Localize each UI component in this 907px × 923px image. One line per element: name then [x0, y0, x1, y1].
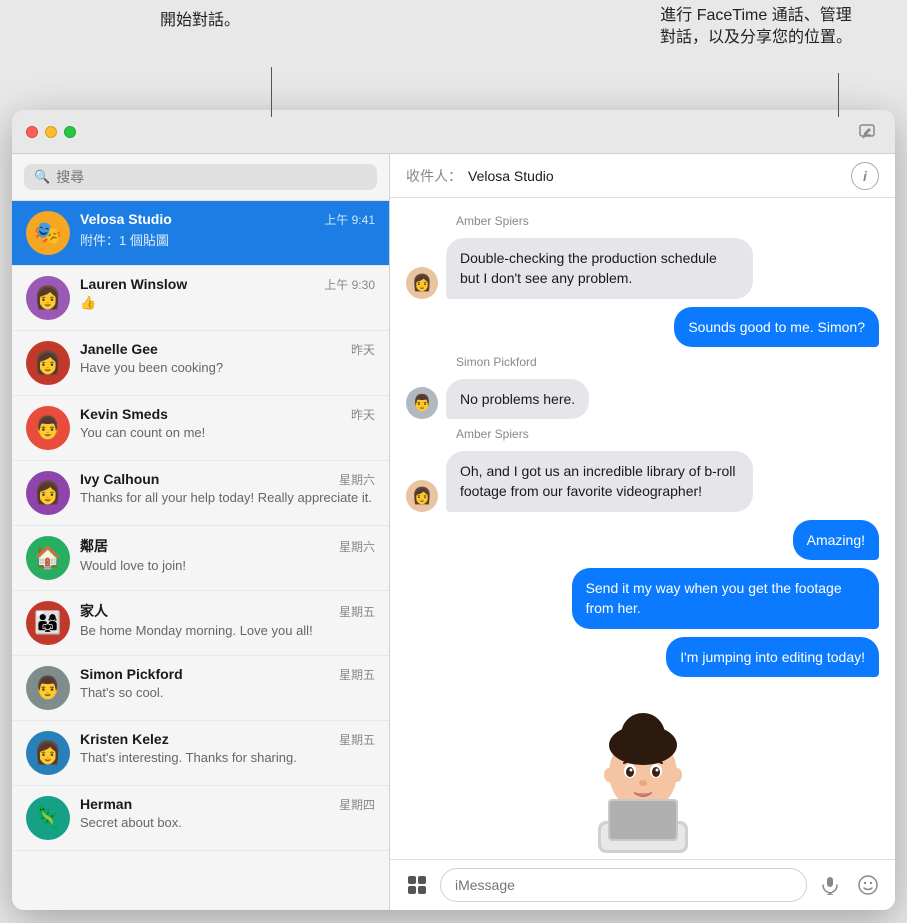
conv-item-simon[interactable]: 👨 Simon Pickford 星期五 That's so cool.	[12, 656, 389, 721]
conv-preview-herman: Secret about box.	[80, 815, 375, 830]
avatar-kevin: 👨	[26, 406, 70, 450]
conv-name-kevin: Kevin Smeds	[80, 406, 168, 422]
conv-time-kevin: 昨天	[351, 406, 375, 423]
avatar-neighbor: 🏠	[26, 536, 70, 580]
avatar-kristen: 👩	[26, 731, 70, 775]
callout-right-text: 進行 FaceTime 通話、管理對話，以及分享您的位置。	[660, 5, 852, 50]
message-row-m1: 👩Double-checking the production schedule…	[406, 238, 879, 299]
conv-preview-ivy: Thanks for all your help today! Really a…	[80, 490, 375, 505]
conv-item-herman[interactable]: 🦎 Herman 星期四 Secret about box.	[12, 786, 389, 851]
conv-preview-kristen: That's interesting. Thanks for sharing.	[80, 750, 375, 765]
search-bar: 🔍	[12, 154, 389, 201]
chat-input-bar	[390, 859, 895, 910]
memoji-area	[406, 685, 879, 859]
avatar-velosa: 🎭	[26, 211, 70, 255]
memoji-figure	[573, 693, 713, 853]
conv-name-janelle: Janelle Gee	[80, 341, 158, 357]
messages-area: Amber Spiers👩Double-checking the product…	[390, 198, 895, 859]
conv-time-janelle: 昨天	[351, 341, 375, 358]
bubble-m5: Amazing!	[793, 520, 879, 560]
chat-header: 收件人： Velosa Studio i	[390, 154, 895, 198]
bubble-m6: Send it my way when you get the footage …	[572, 568, 879, 629]
avatar-lauren: 👩	[26, 276, 70, 320]
conv-name-lauren: Lauren Winslow	[80, 276, 187, 292]
conv-item-velosa[interactable]: 🎭 Velosa Studio 上午 9:41 附件：1 個貼圖	[12, 201, 389, 266]
conversation-list: 🎭 Velosa Studio 上午 9:41 附件：1 個貼圖 👩 Lauren Win…	[12, 201, 389, 910]
conv-preview-neighbor: Would love to join!	[80, 558, 375, 573]
conv-name-family: 家人	[80, 601, 108, 621]
conv-item-neighbor[interactable]: 🏠 鄰居 星期六 Would love to join!	[12, 526, 389, 591]
message-row-m5: Amazing!	[406, 520, 879, 560]
message-row-m7: I'm jumping into editing today!	[406, 637, 879, 677]
compose-button[interactable]	[853, 118, 881, 146]
conv-time-velosa: 上午 9:41	[324, 211, 375, 228]
avatar-herman: 🦎	[26, 796, 70, 840]
msg-avatar-m3: 👨	[406, 387, 438, 419]
avatar-janelle: 👩	[26, 341, 70, 385]
traffic-lights	[26, 126, 76, 138]
conv-item-lauren[interactable]: 👩 Lauren Winslow 上午 9:30 👍	[12, 266, 389, 331]
conv-time-kristen: 星期五	[339, 731, 375, 748]
conv-preview-family: Be home Monday morning. Love you all!	[80, 623, 375, 638]
sidebar: 🔍 🎭 Velosa Studio 上午 9:41 附件：1 個貼圖 👩 Lauren W…	[12, 154, 390, 910]
info-button[interactable]: i	[851, 162, 879, 190]
bubble-m1: Double-checking the production schedule …	[446, 238, 753, 299]
conv-name-neighbor: 鄰居	[80, 536, 108, 556]
conv-preview-kevin: You can count on me!	[80, 425, 375, 440]
conv-time-ivy: 星期六	[339, 471, 375, 488]
bubble-m2: Sounds good to me. Simon?	[674, 307, 879, 347]
sender-label-m1: Amber Spiers	[456, 214, 879, 228]
msg-avatar-m1: 👩	[406, 267, 438, 299]
sender-label-m4: Amber Spiers	[456, 427, 879, 441]
audio-button[interactable]	[815, 870, 845, 900]
close-button[interactable]	[26, 126, 38, 138]
app-store-button[interactable]	[402, 870, 432, 900]
conv-name-ivy: Ivy Calhoun	[80, 471, 159, 487]
conv-time-lauren: 上午 9:30	[324, 276, 375, 293]
message-row-m2: Sounds good to me. Simon?	[406, 307, 879, 347]
main-content: 🔍 🎭 Velosa Studio 上午 9:41 附件：1 個貼圖 👩 Lauren W…	[12, 154, 895, 910]
chat-area: 收件人： Velosa Studio i Amber Spiers👩Double…	[390, 154, 895, 910]
conv-time-family: 星期五	[339, 603, 375, 620]
conv-time-simon: 星期五	[339, 666, 375, 683]
conv-preview-velosa: 附件：1 個貼圖	[80, 230, 375, 249]
conv-name-simon: Simon Pickford	[80, 666, 183, 682]
imessage-input[interactable]	[440, 868, 807, 902]
conv-time-herman: 星期四	[339, 796, 375, 813]
callout-left-text: 開始對話。	[160, 10, 240, 32]
recipient-name: Velosa Studio	[468, 168, 851, 184]
sender-label-m3: Simon Pickford	[456, 355, 879, 369]
message-row-m6: Send it my way when you get the footage …	[406, 568, 879, 629]
avatar-ivy: 👩	[26, 471, 70, 515]
bubble-m4: Oh, and I got us an incredible library o…	[446, 451, 753, 512]
msg-avatar-m4: 👩	[406, 480, 438, 512]
conv-name-velosa: Velosa Studio	[80, 211, 172, 227]
conv-item-family[interactable]: 👨‍👩‍👧 家人 星期五 Be home Monday morning. Love y…	[12, 591, 389, 656]
title-bar	[12, 110, 895, 154]
conv-time-neighbor: 星期六	[339, 538, 375, 555]
conv-item-janelle[interactable]: 👩 Janelle Gee 昨天 Have you been cooking?	[12, 331, 389, 396]
conv-preview-simon: That's so cool.	[80, 685, 375, 700]
fullscreen-button[interactable]	[64, 126, 76, 138]
emoji-button[interactable]	[853, 870, 883, 900]
app-window: 🔍 🎭 Velosa Studio 上午 9:41 附件：1 個貼圖 👩 Lauren W…	[12, 110, 895, 910]
search-icon: 🔍	[34, 169, 50, 185]
avatar-family: 👨‍👩‍👧	[26, 601, 70, 645]
conv-preview-janelle: Have you been cooking?	[80, 360, 375, 375]
search-wrapper: 🔍	[24, 164, 377, 190]
bubble-m7: I'm jumping into editing today!	[666, 637, 879, 677]
conv-item-ivy[interactable]: 👩 Ivy Calhoun 星期六 Thanks for all your help …	[12, 461, 389, 526]
avatar-simon: 👨	[26, 666, 70, 710]
conv-name-herman: Herman	[80, 796, 132, 812]
recipient-label: 收件人：	[406, 166, 462, 186]
conv-item-kristen[interactable]: 👩 Kristen Kelez 星期五 That's interesting. Tha…	[12, 721, 389, 786]
message-row-m3: 👨No problems here.	[406, 379, 879, 419]
conv-name-kristen: Kristen Kelez	[80, 731, 169, 747]
conv-item-kevin[interactable]: 👨 Kevin Smeds 昨天 You can count on me!	[12, 396, 389, 461]
search-input[interactable]	[56, 169, 367, 185]
bubble-m3: No problems here.	[446, 379, 589, 419]
message-row-m4: 👩Oh, and I got us an incredible library …	[406, 451, 879, 512]
conv-preview-lauren: 👍	[80, 295, 375, 311]
minimize-button[interactable]	[45, 126, 57, 138]
